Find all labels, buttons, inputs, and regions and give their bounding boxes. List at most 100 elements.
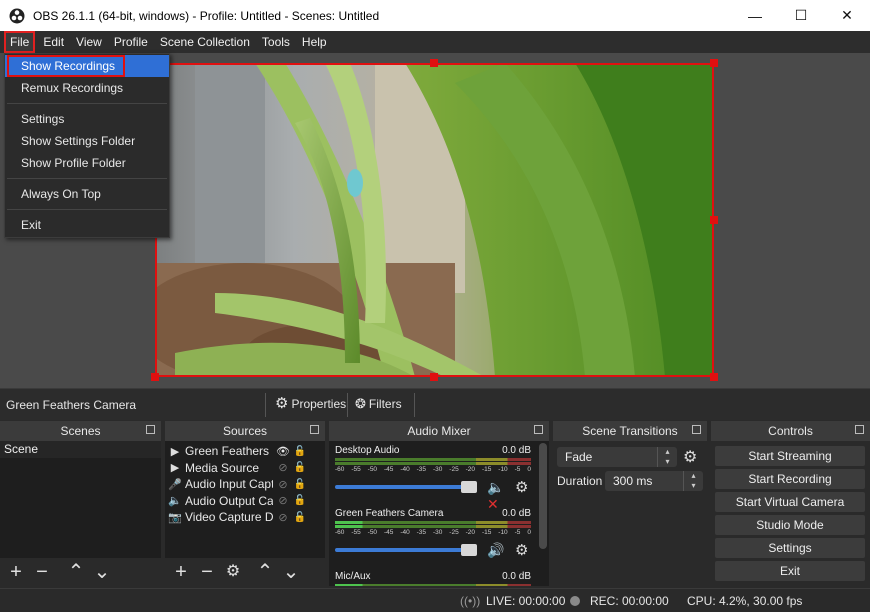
preview-canvas[interactable] <box>155 63 714 377</box>
menu-item-show-recordings[interactable]: Show Recordings <box>5 55 169 77</box>
move-up-icon[interactable]: ⌃ <box>253 560 277 584</box>
resize-handle-t[interactable] <box>430 59 438 67</box>
gear-icon[interactable]: ⚙ <box>683 447 697 467</box>
lock-icon[interactable]: 🔓 <box>293 446 307 457</box>
source-item[interactable]: ▶ Green Feathers Ca 👁 🔓 <box>165 443 325 460</box>
scale-tick: -30 <box>432 529 443 536</box>
menu-item-remux-recordings[interactable]: Remux Recordings <box>5 77 169 99</box>
remove-icon[interactable]: − <box>195 560 219 584</box>
source-item[interactable]: 🎤 Audio Input Captu ⊘ 🔓 <box>165 476 325 493</box>
stepper-icon[interactable]: ▴ ▾ <box>683 471 703 491</box>
undock-icon[interactable] <box>534 425 543 434</box>
selected-source-name: Green Feathers Camera <box>6 398 137 412</box>
scale-tick: -55 <box>351 466 361 473</box>
menu-item-exit[interactable]: Exit <box>5 214 169 236</box>
move-down-icon[interactable]: ⌄ <box>90 560 114 584</box>
add-icon[interactable]: + <box>169 560 193 584</box>
start-streaming-button[interactable]: Start Streaming <box>715 446 865 466</box>
lock-icon[interactable]: 🔓 <box>293 512 307 523</box>
undock-icon[interactable] <box>855 425 864 434</box>
source-item[interactable]: 🔈 Audio Output Cap ⊘ 🔓 <box>165 493 325 510</box>
move-down-icon[interactable]: ⌄ <box>279 560 303 584</box>
scale-tick: -50 <box>367 529 378 536</box>
fader-row: 🔈✕ ⚙ <box>335 478 543 512</box>
camera-feed-image <box>155 63 714 377</box>
resize-handle-bl[interactable] <box>151 373 159 381</box>
mixer-channel: Desktop Audio 0.0 dB -60 -55 -50 -45 -40 -35-… <box>329 441 549 512</box>
live-icon: ((•)) <box>460 594 481 608</box>
eye-hidden-icon[interactable]: ⊘ <box>273 478 293 491</box>
menu-item-show-profile-folder[interactable]: Show Profile Folder <box>5 152 169 174</box>
resize-handle-b[interactable] <box>430 373 438 381</box>
settings-button[interactable]: Settings <box>715 538 865 558</box>
level-meter <box>335 525 531 528</box>
lock-icon[interactable]: 🔓 <box>293 479 307 490</box>
menu-scene-collection[interactable]: Scene Collection <box>154 31 256 53</box>
transition-select[interactable]: Fade ▴ ▾ <box>557 447 677 467</box>
gear-icon[interactable]: ⚙ <box>515 478 528 496</box>
source-item[interactable]: 📷 Video Capture Dev ⊘ 🔓 <box>165 509 325 526</box>
menu-tools[interactable]: Tools <box>256 31 296 53</box>
window-title: OBS 26.1.1 (64-bit, windows) - Profile: … <box>33 8 380 23</box>
undock-icon[interactable] <box>692 425 701 434</box>
remove-icon[interactable]: − <box>30 560 54 584</box>
duration-label: Duration <box>557 474 603 488</box>
audio-mixer-body: Desktop Audio 0.0 dB -60 -55 -50 -45 -40 -35-… <box>329 441 549 586</box>
lock-icon[interactable]: 🔓 <box>293 495 307 506</box>
menu-edit[interactable]: Edit <box>37 31 70 53</box>
undock-icon[interactable] <box>146 425 155 434</box>
controls-title: Controls <box>768 424 813 438</box>
menu-item-settings[interactable]: Settings <box>5 108 169 130</box>
menu-separator <box>7 178 167 179</box>
scene-item[interactable]: Scene <box>0 441 161 458</box>
properties-button[interactable]: ⚙ Properties <box>275 396 346 411</box>
maximize-button[interactable]: ☐ <box>778 0 824 31</box>
channel-header: Green Feathers Camera 0.0 dB <box>335 506 543 519</box>
menu-help[interactable]: Help <box>296 31 333 53</box>
minimize-button[interactable]: — <box>732 0 778 31</box>
resize-handle-br[interactable] <box>710 373 718 381</box>
speaker-muted-icon[interactable]: 🔈✕ <box>487 479 509 512</box>
menu-item-show-settings-folder[interactable]: Show Settings Folder <box>5 130 169 152</box>
eye-hidden-icon[interactable]: ⊘ <box>273 494 293 507</box>
exit-button[interactable]: Exit <box>715 561 865 581</box>
menu-file[interactable]: File <box>4 31 36 53</box>
filters-button[interactable]: ❂ Filters <box>355 397 402 411</box>
rec-indicator-icon <box>570 594 580 608</box>
menu-item-always-on-top[interactable]: Always On Top <box>5 183 169 205</box>
start-virtual-camera-button[interactable]: Start Virtual Camera <box>715 492 865 512</box>
slider-handle[interactable] <box>461 481 477 493</box>
lock-icon[interactable]: 🔓 <box>293 462 307 473</box>
add-icon[interactable]: + <box>4 560 28 584</box>
speaker-icon[interactable]: 🔊 <box>487 542 509 558</box>
eye-icon[interactable]: 👁 <box>273 445 293 458</box>
scenes-list: Scene + − ⌃ ⌄ <box>0 441 161 586</box>
volume-slider[interactable] <box>335 481 477 493</box>
eye-hidden-icon[interactable]: ⊘ <box>273 461 293 474</box>
resize-handle-tr[interactable] <box>710 59 718 67</box>
mixer-scrollbar[interactable] <box>539 443 547 549</box>
gear-icon[interactable]: ⚙ <box>221 560 245 584</box>
move-up-icon[interactable]: ⌃ <box>64 560 88 584</box>
menu-profile[interactable]: Profile <box>108 31 154 53</box>
eye-hidden-icon[interactable]: ⊘ <box>273 511 293 524</box>
sources-dock: Sources ▶ Green Feathers Ca 👁 🔓 ▶ Media … <box>165 421 325 586</box>
volume-slider[interactable] <box>335 544 477 556</box>
resize-handle-r[interactable] <box>710 216 718 224</box>
sources-title: Sources <box>222 424 268 438</box>
studio-mode-button[interactable]: Studio Mode <box>715 515 865 535</box>
level-meter <box>335 584 531 586</box>
source-item[interactable]: ▶ Media Source ⊘ 🔓 <box>165 460 325 477</box>
scenes-dock: Scenes Scene + − ⌃ ⌄ <box>0 421 161 586</box>
undock-icon[interactable] <box>310 425 319 434</box>
start-recording-button[interactable]: Start Recording <box>715 469 865 489</box>
close-button[interactable]: ✕ <box>824 0 870 31</box>
duration-input[interactable]: 300 ms ▴ ▾ <box>605 471 703 491</box>
rec-status: REC: 00:00:00 <box>590 594 669 608</box>
menu-view[interactable]: View <box>70 31 108 53</box>
source-name: Audio Input Captu <box>185 477 273 492</box>
slider-handle[interactable] <box>461 544 477 556</box>
title-bar: OBS 26.1.1 (64-bit, windows) - Profile: … <box>0 0 870 31</box>
gear-icon[interactable]: ⚙ <box>515 541 528 559</box>
file-menu-dropdown: Show Recordings Remux Recordings Setting… <box>4 53 170 238</box>
